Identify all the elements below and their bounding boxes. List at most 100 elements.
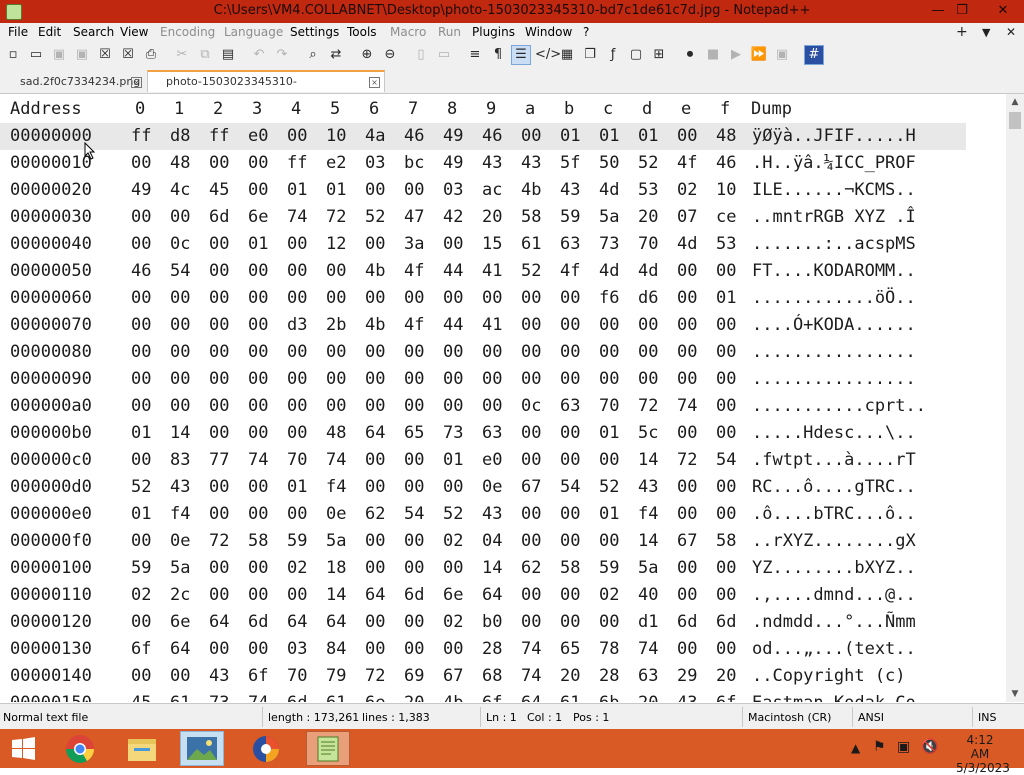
byte-cell[interactable]: 00 — [170, 393, 190, 420]
byte-cell[interactable]: 43 — [638, 474, 658, 501]
byte-cell[interactable]: 00 — [248, 420, 268, 447]
tab-close-icon[interactable]: × — [131, 77, 142, 88]
ascii-dump[interactable]: RC...ô....gTRC.. — [752, 474, 916, 501]
byte-cell[interactable]: 00 — [209, 555, 229, 582]
byte-cell[interactable]: 07 — [677, 204, 697, 231]
byte-cell[interactable]: 00 — [131, 663, 151, 690]
byte-cell[interactable]: 01 — [131, 420, 151, 447]
ascii-dump[interactable]: ..mntrRGB XYZ .Î — [752, 204, 916, 231]
hex-row[interactable]: 00000030 00 00 6d 6e 74 72 52 47 42 20 58 59 5a 20 07 ce… — [0, 204, 1006, 231]
byte-cell[interactable]: 01 — [326, 177, 346, 204]
byte-cell[interactable]: 00 — [131, 366, 151, 393]
ascii-dump[interactable]: ILE......¬KCMS.. — [752, 177, 916, 204]
byte-cell[interactable]: 00 — [404, 285, 424, 312]
byte-cell[interactable]: 00 — [599, 528, 619, 555]
byte-cell[interactable]: 64 — [287, 609, 307, 636]
hex-row[interactable]: 00000140 00 00 43 6f 70 79 72 69 67 68 74 20 28 63 29 20… — [0, 663, 1006, 690]
byte-cell[interactable]: 00 — [326, 366, 346, 393]
byte-cell[interactable]: d6 — [638, 285, 658, 312]
byte-cell[interactable]: 58 — [521, 204, 541, 231]
byte-cell[interactable]: 00 — [560, 312, 580, 339]
byte-cell[interactable]: 20 — [716, 663, 736, 690]
byte-cell[interactable]: 59 — [599, 555, 619, 582]
byte-cell[interactable]: 00 — [521, 123, 541, 150]
hex-row[interactable]: 00000150 45 61 73 74 6d 61 6e 20 4b 6f 64 61 6b 20 43 6f… — [0, 690, 1006, 702]
byte-cell[interactable]: f6 — [599, 285, 619, 312]
byte-cell[interactable]: 6f — [131, 636, 151, 663]
ascii-dump[interactable]: od...„...(text.. — [752, 636, 916, 663]
byte-cell[interactable]: 73 — [599, 231, 619, 258]
save-all-icon[interactable]: ▣ — [73, 46, 91, 64]
byte-cell[interactable]: 01 — [599, 420, 619, 447]
byte-cell[interactable]: 00 — [248, 177, 268, 204]
close-all-icon[interactable]: ☒ — [119, 46, 137, 64]
byte-cell[interactable]: 00 — [443, 474, 463, 501]
byte-cell[interactable]: 00 — [716, 393, 736, 420]
byte-cell[interactable]: 58 — [560, 555, 580, 582]
byte-cell[interactable]: 6d — [248, 609, 268, 636]
replace-icon[interactable]: ⇄ — [327, 46, 345, 64]
byte-cell[interactable]: 00 — [404, 339, 424, 366]
byte-cell[interactable]: 00 — [404, 636, 424, 663]
byte-cell[interactable]: 46 — [404, 123, 424, 150]
byte-cell[interactable]: 53 — [638, 177, 658, 204]
byte-cell[interactable]: 6e — [170, 609, 190, 636]
byte-cell[interactable]: 00 — [404, 474, 424, 501]
flag-icon[interactable]: ⚑ — [873, 739, 886, 755]
byte-cell[interactable]: 4f — [560, 258, 580, 285]
byte-cell[interactable]: 4b — [521, 177, 541, 204]
ascii-dump[interactable]: ..rXYZ........gX — [752, 528, 916, 555]
byte-cell[interactable]: 63 — [560, 393, 580, 420]
byte-cell[interactable]: 02 — [131, 582, 151, 609]
byte-cell[interactable]: 00 — [365, 393, 385, 420]
byte-cell[interactable]: d1 — [638, 609, 658, 636]
hex-row[interactable]: 000000f0 00 0e 72 58 59 5a 00 00 02 04 00 00 00 14 67 58… — [0, 528, 1006, 555]
start-button[interactable] — [2, 731, 46, 766]
byte-cell[interactable]: 00 — [365, 177, 385, 204]
byte-cell[interactable]: 00 — [443, 555, 463, 582]
byte-cell[interactable]: 01 — [248, 231, 268, 258]
menu-tools[interactable]: Tools — [347, 25, 377, 39]
byte-cell[interactable]: 00 — [170, 366, 190, 393]
byte-cell[interactable]: 00 — [209, 474, 229, 501]
menu-view[interactable]: View — [120, 25, 148, 39]
ascii-dump[interactable]: ................ — [752, 339, 916, 366]
menu-search[interactable]: Search — [73, 25, 114, 39]
byte-cell[interactable]: 00 — [131, 204, 151, 231]
byte-cell[interactable]: 59 — [560, 204, 580, 231]
close-button[interactable]: ✕ — [986, 1, 1020, 21]
hex-row[interactable]: 00000060 00 00 00 00 00 00 00 00 00 00 00 00 f6 d6 00 01… — [0, 285, 1006, 312]
byte-cell[interactable]: 64 — [482, 582, 502, 609]
function-list-icon[interactable]: ƒ — [604, 46, 622, 64]
byte-cell[interactable]: 74 — [521, 663, 541, 690]
byte-cell[interactable]: 6f — [248, 663, 268, 690]
byte-cell[interactable]: 00 — [677, 501, 697, 528]
byte-cell[interactable]: 00 — [365, 474, 385, 501]
ascii-dump[interactable]: ..Copyright (c) — [752, 663, 916, 690]
byte-cell[interactable]: 00 — [170, 285, 190, 312]
byte-cell[interactable]: 2b — [326, 312, 346, 339]
byte-cell[interactable]: bc — [404, 150, 424, 177]
menu-plugins[interactable]: Plugins — [472, 25, 515, 39]
byte-cell[interactable]: 49 — [443, 123, 463, 150]
byte-cell[interactable]: 4b — [365, 258, 385, 285]
byte-cell[interactable]: 74 — [248, 447, 268, 474]
byte-cell[interactable]: 00 — [209, 582, 229, 609]
byte-cell[interactable]: 15 — [482, 231, 502, 258]
byte-cell[interactable]: 00 — [326, 393, 346, 420]
byte-cell[interactable]: 6b — [599, 690, 619, 702]
byte-cell[interactable]: 00 — [248, 366, 268, 393]
byte-cell[interactable]: 73 — [209, 690, 229, 702]
byte-cell[interactable]: 65 — [404, 420, 424, 447]
status-encoding[interactable]: ANSI — [858, 711, 884, 724]
ascii-dump[interactable]: ....Ó+KODA...... — [752, 312, 916, 339]
byte-cell[interactable]: 6e — [248, 204, 268, 231]
byte-cell[interactable]: 4a — [365, 123, 385, 150]
byte-cell[interactable]: 54 — [170, 258, 190, 285]
byte-cell[interactable]: 83 — [170, 447, 190, 474]
byte-cell[interactable]: 00 — [677, 555, 697, 582]
byte-cell[interactable]: 01 — [716, 285, 736, 312]
paste-icon[interactable]: ▤ — [219, 46, 237, 64]
byte-cell[interactable]: 61 — [560, 690, 580, 702]
byte-cell[interactable]: 4c — [170, 177, 190, 204]
